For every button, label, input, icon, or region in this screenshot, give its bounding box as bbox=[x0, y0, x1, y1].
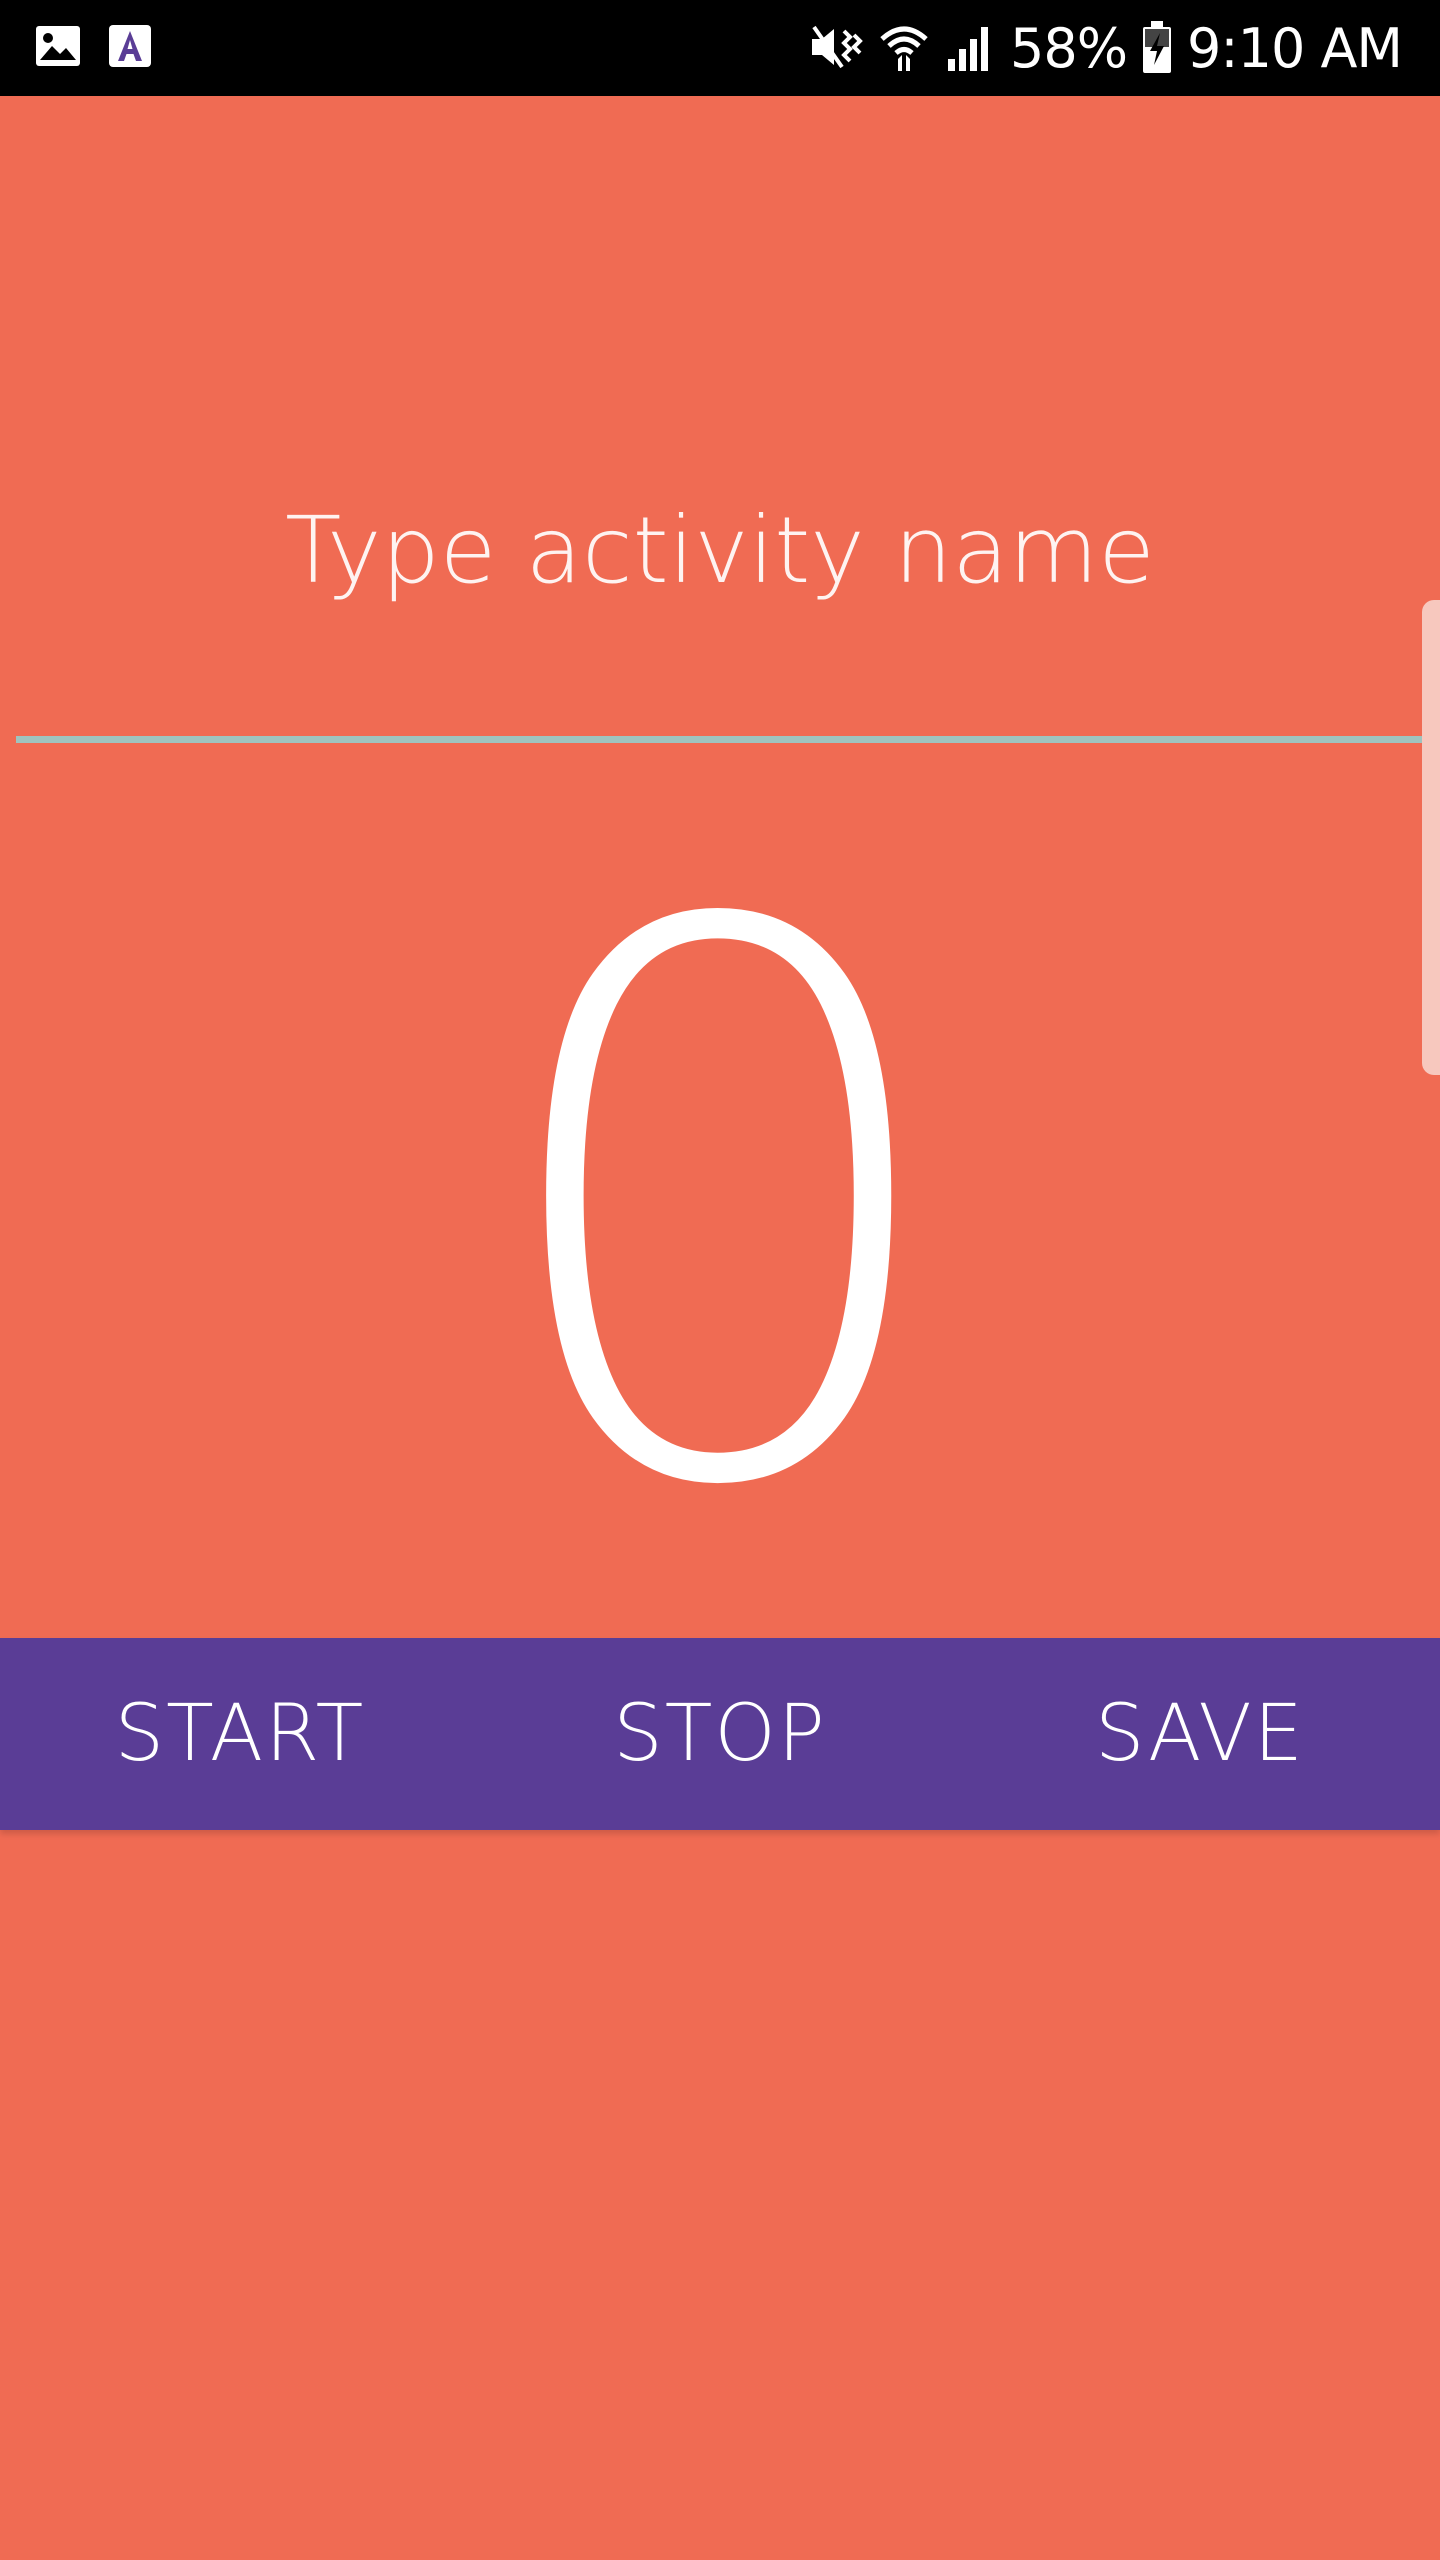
start-button[interactable]: START bbox=[0, 1638, 480, 1830]
battery-charging-icon bbox=[1141, 19, 1173, 79]
status-bar: 58% 9:10 AM bbox=[0, 0, 1440, 96]
activity-name-input[interactable] bbox=[16, 470, 1424, 630]
control-button-bar: START STOP SAVE bbox=[0, 1638, 1440, 1830]
notification-icons bbox=[34, 24, 152, 72]
input-underline bbox=[16, 736, 1424, 743]
save-button[interactable]: SAVE bbox=[960, 1638, 1440, 1830]
battery-percent: 58% bbox=[1010, 17, 1128, 80]
counter-display: 0 bbox=[478, 768, 962, 1652]
app-a-icon bbox=[108, 24, 152, 72]
system-indicators: 58% 9:10 AM bbox=[808, 14, 1403, 84]
stop-button[interactable]: STOP bbox=[480, 1638, 960, 1830]
mute-vibrate-icon bbox=[808, 21, 864, 77]
image-icon bbox=[34, 24, 82, 72]
signal-icon bbox=[944, 21, 996, 77]
clock: 9:10 AM bbox=[1187, 17, 1403, 80]
wifi-icon bbox=[878, 21, 930, 77]
